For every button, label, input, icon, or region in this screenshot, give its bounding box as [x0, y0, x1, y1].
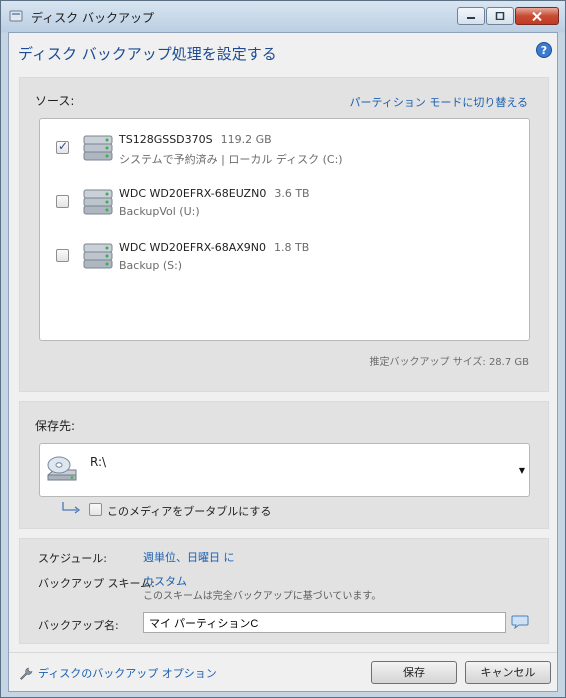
window-controls [456, 7, 559, 25]
disk-item[interactable]: TS128GSSD370S119.2 GB システムで予約済み | ローカル デ… [40, 127, 529, 171]
estimated-backup-size: 推定バックアップ サイズ: 28.7 GB [369, 357, 529, 368]
cancel-button[interactable]: キャンセル [465, 661, 551, 684]
disk-name: TS128GSSD370S 119.2 GB [119, 133, 272, 146]
disk-checkbox[interactable] [56, 195, 69, 208]
disk-checkbox[interactable] [56, 139, 69, 154]
disk-checkbox[interactable] [56, 249, 69, 262]
schedule-link[interactable]: 週単位、日曜日 に [143, 549, 235, 565]
title-bar[interactable]: ディスク バックアップ [1, 1, 565, 31]
page-title: ディスク バックアップ処理を設定する [18, 45, 277, 63]
disk-size: 119.2 GB [220, 133, 272, 146]
hard-disk-icon [83, 189, 113, 215]
hard-disk-icon [83, 243, 113, 269]
disk-size: 3.6 TB [274, 187, 310, 200]
hard-disk-icon [83, 135, 113, 161]
help-icon[interactable]: ? [536, 42, 552, 58]
disk-partitions: システムで予約済み | ローカル ディスク (C:) [119, 153, 343, 166]
destination-panel: 保存先: R:\ ▼ このメディアをブータブルにする [19, 401, 549, 529]
save-button[interactable]: 保存 [371, 661, 457, 684]
schedule-label: スケジュール: [38, 552, 107, 565]
dropdown-arrow-icon[interactable]: ▼ [519, 466, 525, 475]
wrench-icon [20, 667, 33, 680]
minimize-icon [467, 17, 475, 19]
disk-item[interactable]: WDC WD20EFRX-68EUZN0 3.6 TB BackupVol (U:… [40, 181, 529, 225]
backup-window: ディスク バックアップ ディスク バックアップ処理を設定する ? ソース: パー… [0, 0, 566, 698]
close-icon [532, 11, 542, 21]
disk-item[interactable]: WDC WD20EFRX-68AX9N0 1.8 TB Backup (S:) [40, 235, 529, 279]
disk-partitions: BackupVol (U:) [119, 205, 200, 218]
optical-drive-icon [47, 456, 77, 481]
bootable-checkbox[interactable] [89, 503, 102, 516]
disk-size: 1.8 TB [274, 241, 310, 254]
switch-partition-mode-link[interactable]: パーティション モードに切り替える [349, 94, 528, 110]
maximize-icon [495, 12, 505, 20]
source-panel: ソース: パーティション モードに切り替える TS128GSSD370S119.… [19, 77, 549, 392]
destination-label: 保存先: [35, 419, 76, 433]
backup-options-label: ディスクのバックアップ オプション [38, 667, 217, 680]
settings-panel: スケジュール: 週単位、日曜日 に バックアップ スキーム: カスタム このスキ… [19, 538, 549, 644]
window-title: ディスク バックアップ [31, 11, 154, 25]
disk-name: WDC WD20EFRX-68EUZN0 3.6 TB [119, 187, 310, 200]
bootable-label[interactable]: このメディアをブータブルにする [107, 503, 271, 519]
backup-scheme-label: バックアップ スキーム: [38, 577, 155, 590]
disk-name: WDC WD20EFRX-68AX9N0 1.8 TB [119, 241, 310, 254]
app-icon [9, 10, 23, 22]
backup-name-label: バックアップ名: [38, 619, 119, 632]
svg-text:?: ? [541, 44, 547, 57]
backup-name-input[interactable] [143, 612, 506, 633]
disk-partitions: Backup (S:) [119, 259, 183, 272]
close-button[interactable] [515, 7, 559, 25]
comment-icon[interactable] [511, 615, 529, 629]
connector-arrow-icon [62, 502, 81, 514]
minimize-button[interactable] [457, 7, 485, 25]
footer-divider [9, 652, 557, 653]
backup-options-link[interactable]: ディスクのバックアップ オプション [19, 665, 217, 681]
client-area: ディスク バックアップ処理を設定する ? ソース: パーティション モードに切り… [8, 32, 558, 692]
disk-list: TS128GSSD370S119.2 GB システムで予約済み | ローカル デ… [39, 118, 530, 341]
destination-dropdown[interactable]: R:\ ▼ [39, 443, 530, 497]
backup-scheme-description: このスキームは完全バックアップに基づいています。 [143, 591, 382, 602]
destination-path: R:\ [90, 455, 107, 469]
maximize-button[interactable] [486, 7, 514, 25]
source-label: ソース: [35, 94, 75, 108]
